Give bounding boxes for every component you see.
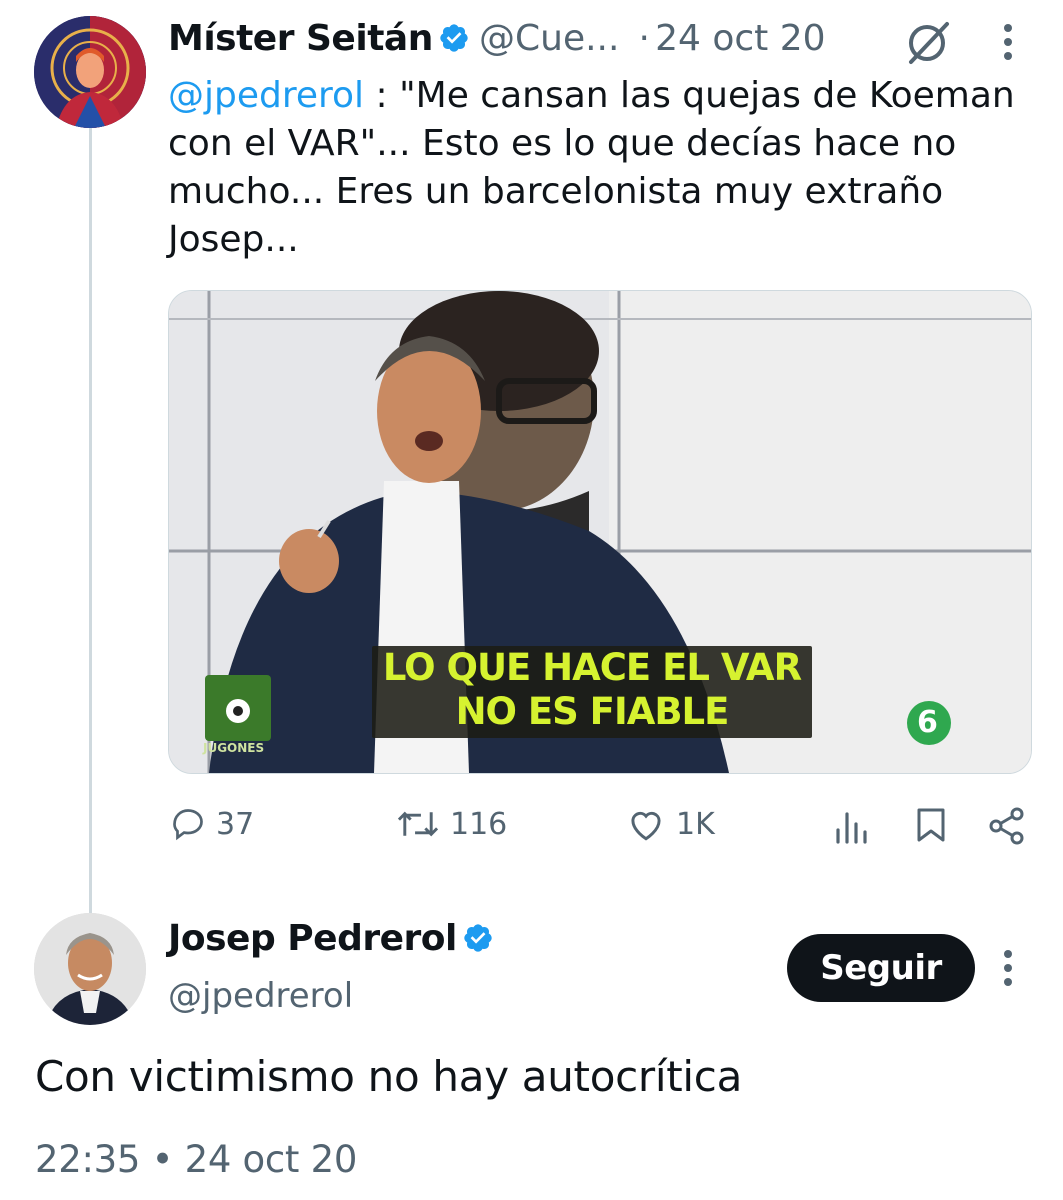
- video-caption-box: LO QUE HACE EL VAR NO ES FIABLE: [372, 646, 812, 738]
- retweet-icon: [397, 811, 439, 837]
- dot-separator: •: [151, 1138, 174, 1181]
- like-action[interactable]: 1K: [626, 806, 715, 842]
- caption-line-2: NO ES FIABLE: [455, 690, 730, 733]
- reply-tweet-text: Con victimismo no hay autocrítica: [35, 1052, 743, 1101]
- author-name[interactable]: Míster Seitán: [168, 18, 433, 59]
- author-handle[interactable]: @Cue...: [479, 18, 619, 59]
- tweet-date[interactable]: 24 oct 20: [655, 18, 825, 59]
- more-options-icon[interactable]: [998, 946, 1018, 994]
- reply-timestamp[interactable]: 22:35 • 24 oct 20: [35, 1138, 357, 1181]
- show-logo-text: JUGONES: [203, 741, 265, 755]
- reply-count: 37: [216, 806, 255, 842]
- author-handle[interactable]: @jpedrerol: [168, 976, 353, 1016]
- caption-line-1: LO QUE HACE EL VAR: [382, 646, 802, 689]
- author-name[interactable]: Josep Pedrerol: [168, 918, 457, 959]
- thread-line: [89, 124, 92, 914]
- dot-separator: ·: [638, 18, 650, 59]
- heart-icon: [631, 811, 661, 841]
- verified-badge-icon: [464, 924, 492, 952]
- grok-icon[interactable]: [903, 20, 953, 70]
- verified-badge-icon: [440, 24, 468, 52]
- quoted-tweet-header: Míster Seitán @Cue... · 24 oct 20: [168, 18, 826, 59]
- reply-action[interactable]: 37: [170, 806, 254, 842]
- retweet-count: 116: [450, 806, 508, 842]
- retweet-action[interactable]: 116: [396, 806, 507, 842]
- quoted-tweet-text: @jpedrerol : "Me cansan las quejas de Ko…: [168, 72, 1018, 264]
- mention-link[interactable]: @jpedrerol: [168, 75, 364, 116]
- reply-date: 24 oct 20: [184, 1138, 358, 1181]
- reply-author-line: Josep Pedrerol: [168, 918, 494, 959]
- channel-logo: 6: [917, 705, 938, 740]
- like-count: 1K: [676, 806, 715, 842]
- share-icon[interactable]: [987, 806, 1027, 850]
- reply-time: 22:35: [35, 1138, 141, 1181]
- reply-icon: [173, 809, 203, 841]
- follow-button[interactable]: Seguir: [787, 934, 975, 1002]
- avatar-mister-seitan[interactable]: [34, 16, 146, 128]
- views-icon[interactable]: [834, 810, 870, 848]
- bookmark-icon[interactable]: [914, 806, 948, 848]
- avatar-josep-pedrerol[interactable]: [34, 913, 146, 1025]
- more-options-icon[interactable]: [998, 20, 1018, 68]
